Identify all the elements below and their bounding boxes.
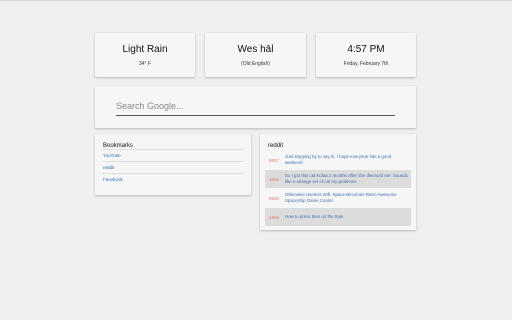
reddit-post-score: 8827 <box>269 157 280 163</box>
reddit-post[interactable]: 3640 Otherwise Useless 40ft. Space Becom… <box>265 189 411 207</box>
bookmark-list: YouTube reddit Facebook <box>102 149 244 185</box>
top-border-line <box>0 0 512 1</box>
reddit-title: reddit <box>268 143 284 149</box>
search-card <box>95 86 416 128</box>
weather-temperature: 34° F <box>138 61 151 67</box>
greeting-card: Wes hāl (Old English) <box>205 33 306 77</box>
reddit-post-title[interactable]: Just stopping by to say hi. I hope every… <box>285 154 411 166</box>
reddit-post[interactable]: 8827 Just stopping by to say hi. I hope … <box>265 151 411 169</box>
bookmark-facebook[interactable]: Facebook <box>102 173 244 185</box>
reddit-post[interactable]: 3665 So I got this cat Kolaa 2 months af… <box>265 170 411 188</box>
search-input[interactable] <box>116 99 395 116</box>
weather-condition: Light Rain <box>122 44 168 55</box>
reddit-post-title[interactable]: So I got this cat Kolaa 2 months after s… <box>285 173 411 185</box>
reddit-post-score: 4669 <box>269 214 280 220</box>
greeting-language: (Old English) <box>241 61 270 67</box>
reddit-post[interactable]: 4669 How to press tires on the train <box>265 208 411 226</box>
current-date: Friday, February 7th <box>343 61 389 67</box>
reddit-post-score: 3640 <box>269 195 280 201</box>
reddit-post-title[interactable]: How to press tires on the train <box>285 214 346 220</box>
bookmark-youtube[interactable]: YouTube <box>102 149 244 161</box>
current-time: 4:57 PM <box>347 44 385 55</box>
reddit-post-list: 8827 Just stopping by to say hi. I hope … <box>265 151 411 227</box>
bookmark-reddit[interactable]: reddit <box>102 161 244 173</box>
reddit-card: reddit 8827 Just stopping by to say hi. … <box>260 134 416 230</box>
clock-card: 4:57 PM Friday, February 7th <box>316 33 416 77</box>
reddit-post-score: 3665 <box>269 176 280 182</box>
greeting-phrase: Wes hāl <box>237 44 274 55</box>
bookmarks-card: Bookmarks YouTube reddit Facebook <box>95 134 251 195</box>
weather-card: Light Rain 34° F <box>95 33 195 77</box>
reddit-post-title[interactable]: Otherwise Useless 40ft. Space Becomes Re… <box>285 192 411 204</box>
